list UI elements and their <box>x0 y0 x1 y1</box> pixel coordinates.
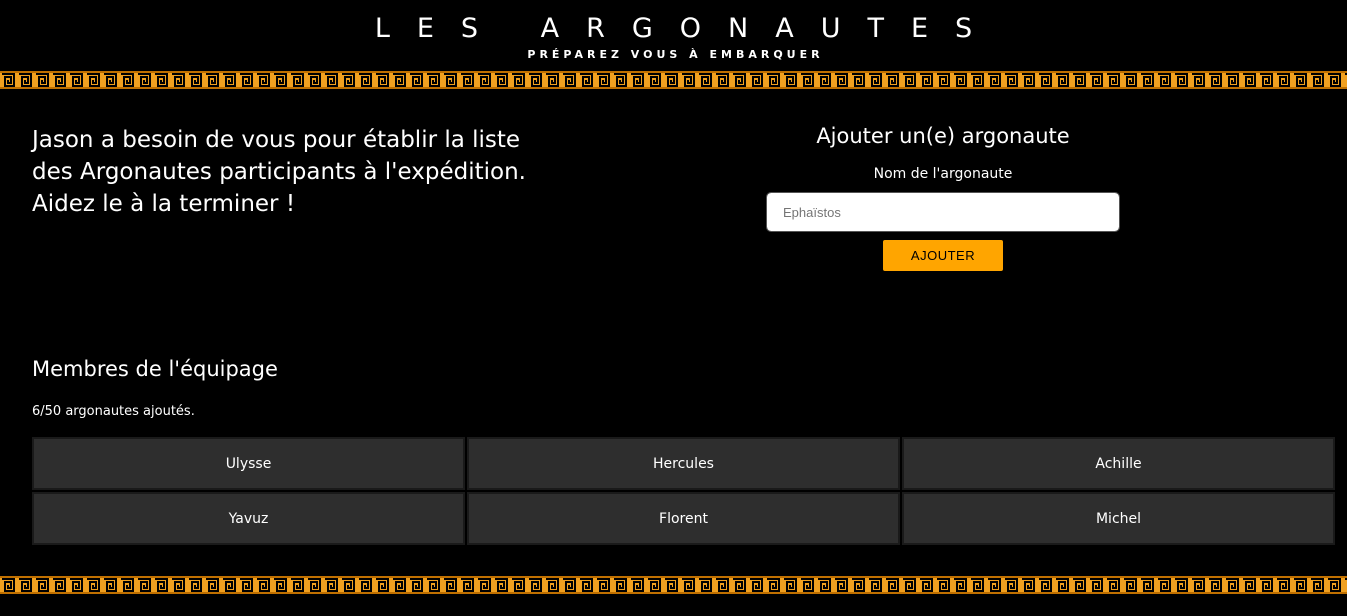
argonaut-name-input[interactable] <box>766 192 1120 232</box>
site-title: LES ARGONAUTES <box>374 13 1000 44</box>
crew-member: Michel <box>902 492 1335 545</box>
add-argonaut-title: Ajouter un(e) argonaute <box>816 124 1070 148</box>
greek-key-pattern-icon <box>0 576 1347 594</box>
crew-member: Florent <box>467 492 900 545</box>
crew-grid: Ulysse Hercules Achille Yavuz Florent Mi… <box>32 437 1335 545</box>
intro-text: Jason a besoin de vous pour établir la l… <box>32 127 526 217</box>
greek-key-pattern-icon <box>0 71 1347 89</box>
add-argonaut-panel: Ajouter un(e) argonaute Nom de l'argonau… <box>766 122 1120 271</box>
site-header: LES ARGONAUTES PRÉPAREZ VOUS À EMBARQUER <box>0 0 1347 70</box>
greek-key-border-bottom <box>0 576 1347 594</box>
crew-member: Ulysse <box>32 437 465 490</box>
crew-title: Membres de l'équipage <box>32 357 278 381</box>
crew-member: Yavuz <box>32 492 465 545</box>
crew-count: 6/50 argonautes ajoutés. <box>32 404 195 419</box>
add-button[interactable]: AJOUTER <box>883 240 1003 271</box>
crew-member: Achille <box>902 437 1335 490</box>
greek-key-border-top <box>0 71 1347 89</box>
crew-member: Hercules <box>467 437 900 490</box>
site-subtitle: PRÉPAREZ VOUS À EMBARQUER <box>527 48 824 61</box>
name-label: Nom de l'argonaute <box>873 166 1013 182</box>
